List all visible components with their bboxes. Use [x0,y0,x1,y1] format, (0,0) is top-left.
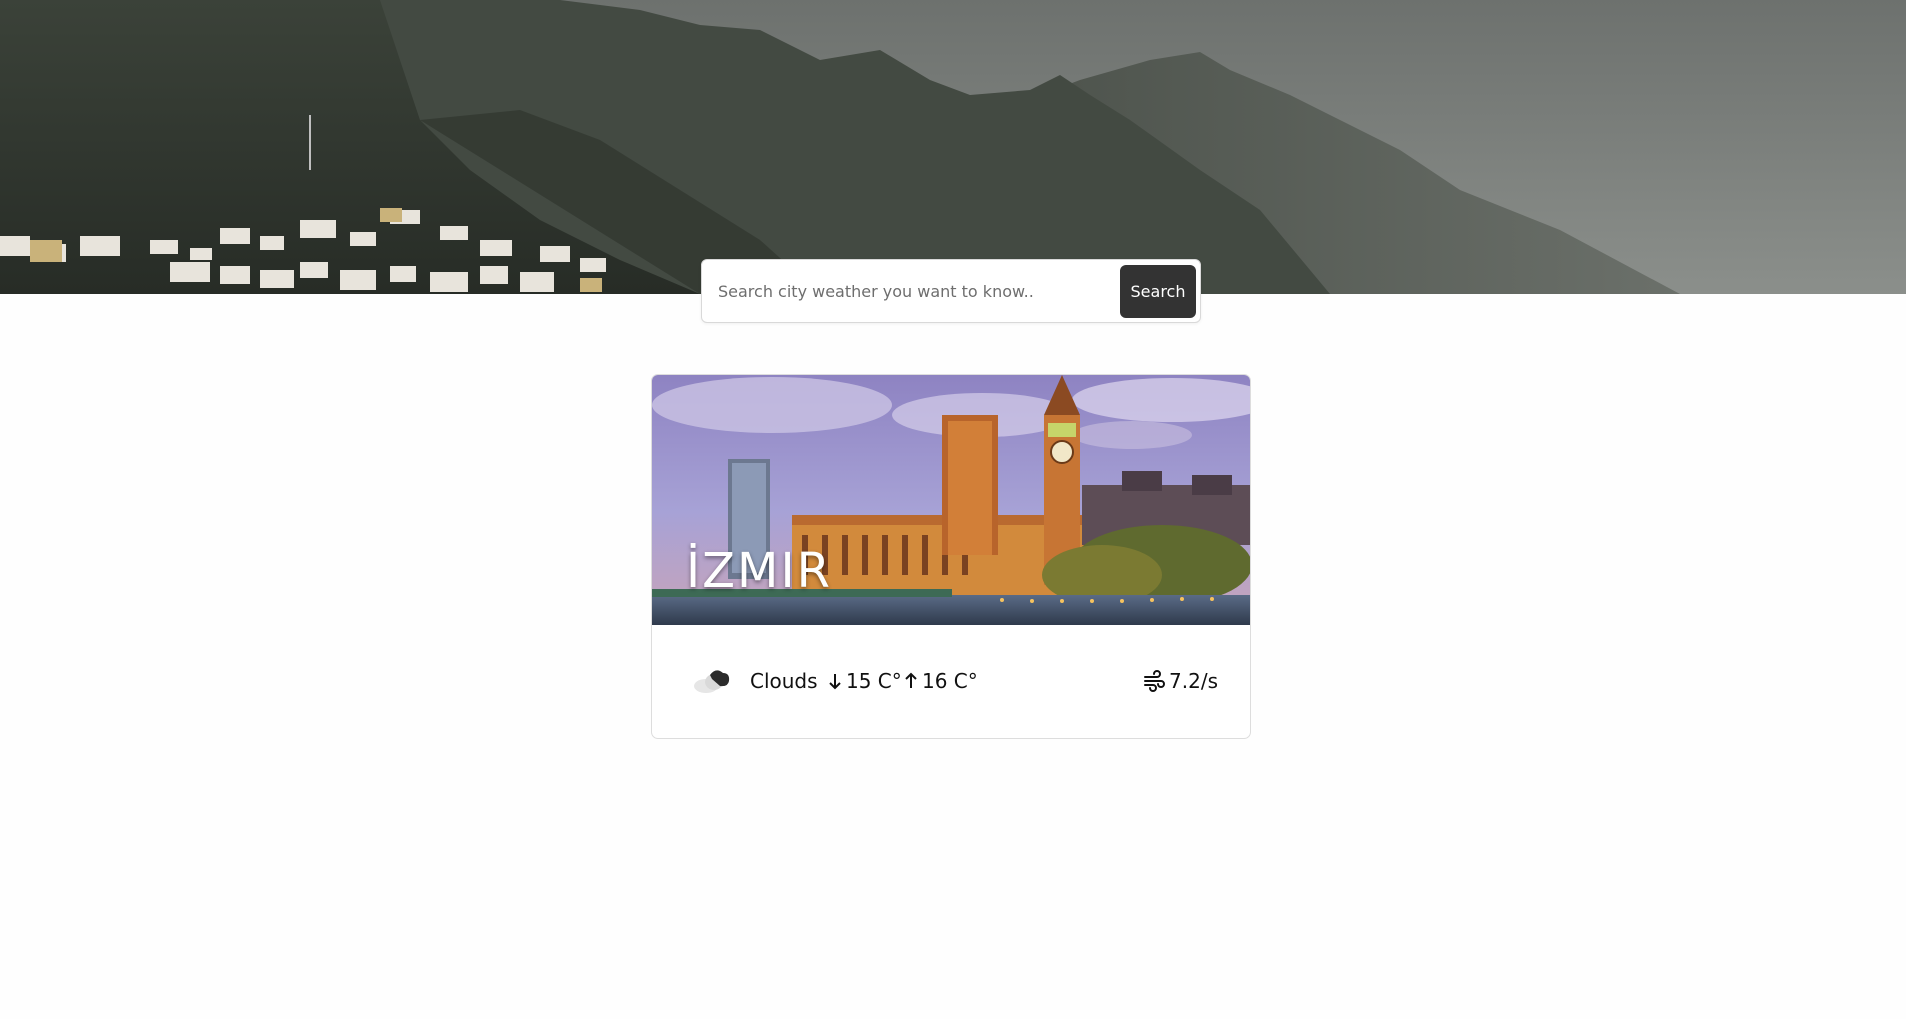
wind-value: 7.2/s [1169,669,1218,693]
arrow-up-icon [905,672,917,688]
temp-min-value: 15 C° [846,669,902,693]
city-name: İZMIR [686,543,832,599]
city-image: İZMIR [652,375,1250,625]
wind-icon [1144,670,1165,692]
wind-speed: 7.2/s [1143,669,1218,693]
weather-details: Clouds 15 C° 16 C° 7.2/s [652,625,1250,738]
arrow-down-icon [829,674,841,690]
hero-banner-image [0,0,1906,294]
cloud-icon [694,670,730,693]
search-input[interactable] [714,270,1102,312]
temp-max: 16 C° [904,669,978,693]
search-bar: Search [701,259,1201,323]
temp-min: 15 C° [828,669,902,693]
temp-max-value: 16 C° [922,669,978,693]
search-button[interactable]: Search [1120,265,1196,318]
weather-description: Clouds [750,669,818,693]
weather-card: İZMIR Clouds 15 C° 16 C° 7.2/s [651,374,1251,739]
